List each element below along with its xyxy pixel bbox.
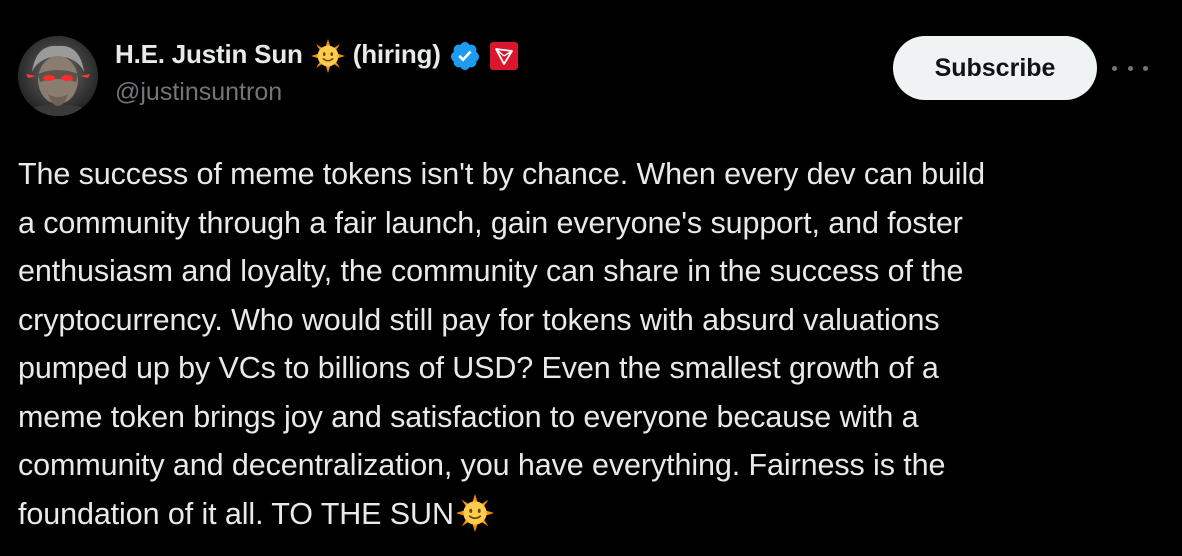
sun-emoji-icon [310,39,345,74]
author-name: H.E. Justin Sun [115,38,303,69]
tweet-line: pumped up by VCs to billions of USD? Eve… [18,351,939,385]
author-handle[interactable]: @justinsuntron [115,78,282,107]
more-dot [1112,65,1117,71]
more-icon[interactable] [1112,56,1148,80]
tweet-line: cryptocurrency. Who would still pay for … [18,302,940,337]
author-name-suffix: (hiring) [352,38,441,69]
tweet-line: The success of meme tokens isn't by chan… [18,157,986,191]
tweet-line: community and decentralization, you have… [18,448,946,482]
tweet-line: meme token brings joy and satisfaction t… [18,399,919,434]
tweet-line: enthusiasm and loyalty, the community ca… [18,254,964,288]
author-display-name[interactable]: H.E. Justin Sun (hiring) [115,38,441,74]
verified-badge-icon[interactable] [449,40,481,72]
author-name-row[interactable]: H.E. Justin Sun (hiring) [115,38,519,74]
tron-affiliate-icon[interactable] [489,41,519,71]
tweet: H.E. Justin Sun (hiring) @justinsuntron … [0,0,1182,556]
tweet-line: foundation of it all. TO THE SUN [18,496,454,531]
avatar[interactable] [18,36,98,116]
sun-emoji-icon [455,493,494,532]
tweet-last-line: foundation of it all. TO THE SUN [18,490,1168,539]
tweet-text: The success of meme tokens isn't by chan… [18,150,1168,538]
more-dot [1127,65,1133,71]
subscribe-button[interactable]: Subscribe [893,36,1097,100]
more-dot [1143,65,1148,71]
tweet-line: a community through a fair launch, gain … [18,205,963,240]
